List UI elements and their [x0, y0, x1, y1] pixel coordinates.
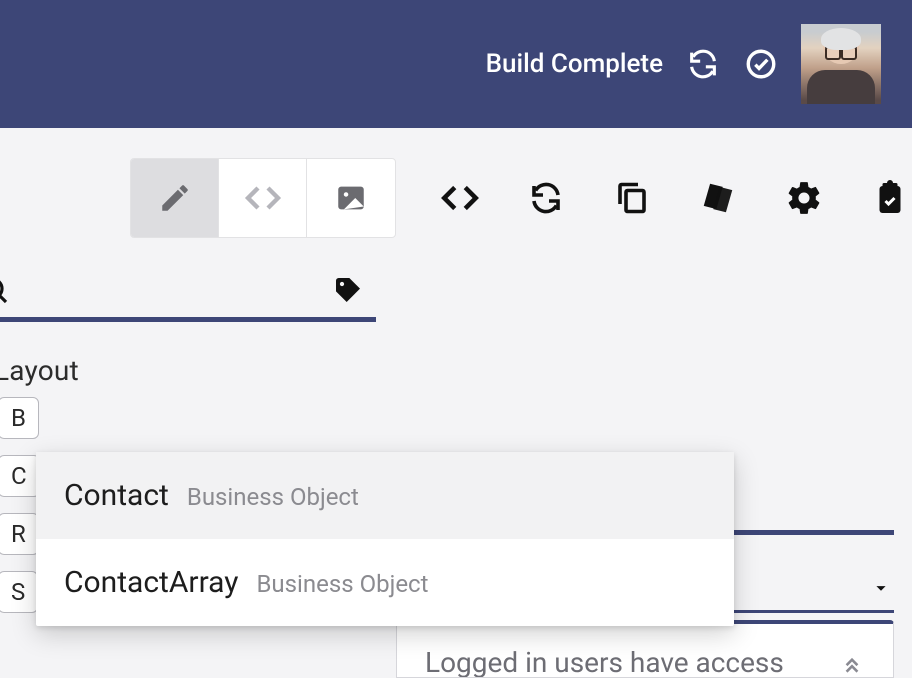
- edit-mode-button[interactable]: [131, 159, 219, 237]
- suggestion-type: Business Object: [256, 570, 428, 598]
- tag-icon[interactable]: [328, 270, 368, 310]
- access-panel: Logged in users have access: [396, 620, 894, 678]
- build-status-text: Build Complete: [486, 49, 663, 79]
- suggestion-type: Business Object: [187, 483, 359, 511]
- search-icon[interactable]: [0, 270, 10, 310]
- chip-b[interactable]: B: [0, 397, 39, 439]
- toolbar: [0, 128, 912, 268]
- autocomplete-dropdown: Contact Business Object ContactArray Bus…: [36, 452, 734, 626]
- refresh-icon[interactable]: [685, 46, 721, 82]
- suggestion-contactarray[interactable]: ContactArray Business Object: [36, 539, 734, 626]
- code-icon[interactable]: [438, 176, 482, 220]
- chip-c[interactable]: C: [0, 455, 40, 497]
- copy-icon[interactable]: [610, 176, 654, 220]
- sync-icon[interactable]: [524, 176, 568, 220]
- style-cards-icon[interactable]: [696, 176, 740, 220]
- access-text: Logged in users have access: [425, 646, 784, 678]
- check-circle-icon[interactable]: [743, 46, 779, 82]
- code-mode-button[interactable]: [219, 159, 307, 237]
- chip-r[interactable]: R: [0, 513, 39, 555]
- suggestion-contact[interactable]: Contact Business Object: [36, 452, 734, 539]
- collapse-icon[interactable]: [839, 650, 865, 676]
- gear-icon[interactable]: [782, 176, 826, 220]
- suggestion-title: Contact: [64, 478, 169, 513]
- image-mode-button[interactable]: [307, 159, 395, 237]
- user-avatar[interactable]: [801, 24, 881, 104]
- chip-s[interactable]: S: [0, 571, 38, 613]
- left-panel-header: [0, 268, 376, 322]
- app-header: Build Complete: [0, 0, 912, 128]
- suggestion-title: ContactArray: [64, 565, 238, 600]
- view-mode-group: [130, 158, 396, 238]
- dropdown-caret-icon[interactable]: [870, 577, 892, 599]
- layout-section-label: Layout: [0, 322, 376, 397]
- clipboard-check-icon[interactable]: [868, 176, 912, 220]
